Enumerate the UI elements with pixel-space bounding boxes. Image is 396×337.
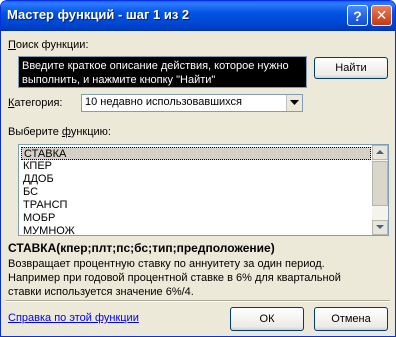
scroll-thumb[interactable] [372, 161, 388, 206]
title-bar[interactable]: Мастер функций - шаг 1 из 2 ? ✕ [1, 1, 395, 31]
function-list-item[interactable]: СТАВКА [21, 147, 371, 160]
search-label: Поиск функции: [8, 39, 89, 51]
function-description: Возвращает процентную ставку по аннуитет… [8, 257, 388, 299]
ok-button[interactable]: ОК [230, 307, 304, 331]
function-list-label: Выберите функцию: [8, 126, 111, 138]
function-wizard-dialog: Мастер функций - шаг 1 из 2 ? ✕ Поиск фу… [0, 0, 396, 337]
function-list-item[interactable]: ТРАНСП [21, 199, 371, 212]
function-list-item[interactable]: МУМНОЖ [21, 225, 371, 238]
ok-button-label: ОК [259, 313, 275, 325]
close-icon: ✕ [375, 7, 388, 23]
find-button-label: Найти [335, 62, 367, 74]
arrow-up-icon [376, 150, 384, 154]
description-line-2: Например при годовой процентной ставке в… [8, 272, 341, 284]
category-selected-value: 10 недавно использовавшихся [85, 96, 243, 108]
arrow-down-icon [376, 225, 384, 229]
category-select[interactable]: 10 недавно использовавшихся [81, 94, 303, 112]
function-list-item[interactable]: ДДОБ [21, 173, 371, 186]
function-list-item[interactable]: МОБР [21, 212, 371, 225]
category-label: Категория: [8, 97, 63, 109]
function-list-scrollbar[interactable] [372, 145, 388, 235]
function-list[interactable]: СТАВКА КПЕР ДДОБ БС ТРАНСП МОБР МУМНОЖ [18, 144, 389, 238]
scroll-down-button[interactable] [372, 220, 388, 235]
footer-divider [6, 300, 390, 302]
find-button[interactable]: Найти [314, 57, 388, 79]
cancel-button-label: Отмена [331, 313, 371, 325]
help-title-button[interactable]: ? [347, 5, 368, 26]
chevron-down-icon [290, 100, 299, 105]
description-line-3: ставки используется значение 6%/4. [8, 286, 194, 298]
search-text-line-2: выполнить, и нажмите кнопку "Найти" [22, 74, 216, 86]
function-list-item[interactable]: БС [21, 186, 371, 199]
cancel-button[interactable]: Отмена [314, 307, 388, 331]
description-line-1: Возвращает процентную ставку по аннуитет… [8, 258, 325, 270]
function-help-link[interactable]: Справка по этой функции [8, 312, 139, 324]
dialog-title: Мастер функций - шаг 1 из 2 [7, 7, 190, 22]
function-list-item[interactable]: КПЕР [21, 160, 371, 173]
question-icon: ? [353, 7, 362, 24]
scroll-up-button[interactable] [372, 145, 388, 160]
search-text-line-1: Введите краткое описание действия, котор… [22, 60, 289, 72]
function-signature: СТАВКА(кпер;плт;пс;бс;тип;предположение) [8, 241, 275, 255]
search-input[interactable]: Введите краткое описание действия, котор… [18, 56, 307, 88]
close-title-button[interactable]: ✕ [371, 5, 392, 26]
category-dropdown-button[interactable] [286, 95, 302, 111]
